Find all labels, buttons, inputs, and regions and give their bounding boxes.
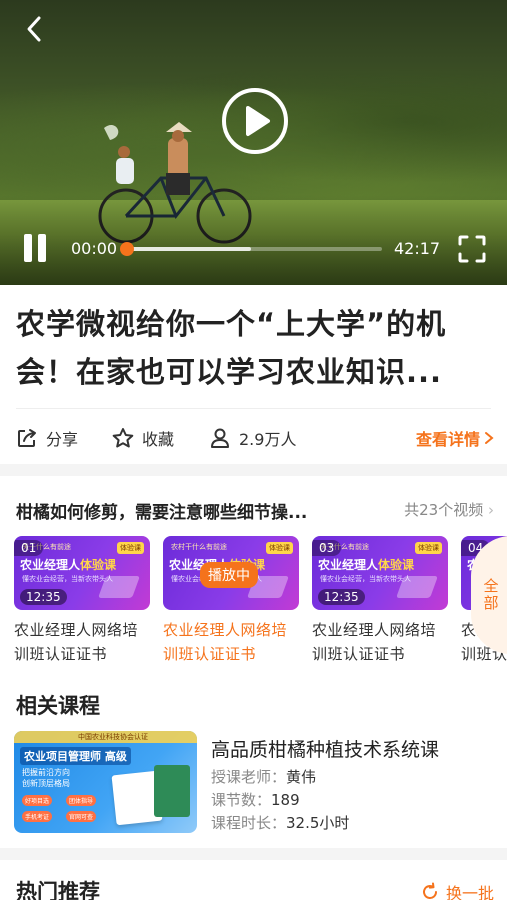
teacher-label: 授课老师： bbox=[211, 768, 287, 786]
episode-name: 农业经理人网络培训班认证证书 bbox=[312, 621, 437, 663]
cover-ribbon-text: 中国农业科技协会认证 bbox=[78, 733, 148, 741]
action-bar: 分享 收藏 2.9万人 查看详情 bbox=[16, 424, 494, 452]
chevron-left-icon bbox=[27, 16, 41, 42]
episode-duration: 12:35 bbox=[318, 589, 365, 605]
cover-chip: 好项目选 bbox=[22, 795, 53, 806]
cover-title: 农业项目管理师 高级 bbox=[20, 747, 131, 765]
duration-label: 课程时长： bbox=[211, 814, 287, 832]
section-separator bbox=[0, 464, 507, 476]
thumb-tag: 体验课 bbox=[266, 542, 293, 554]
episode-count: 共23个视频 bbox=[404, 501, 484, 519]
play-icon bbox=[246, 106, 270, 136]
video-title: 农学微视给你一个“上大学”的机会！在家也可以学习农业知识... bbox=[16, 307, 447, 389]
star-icon bbox=[112, 428, 134, 448]
pause-button[interactable] bbox=[22, 234, 50, 264]
episode-count-link[interactable]: 共23个视频 › bbox=[404, 499, 494, 520]
episode-header: 柑橘如何修剪，需要注意哪些细节操... 共23个视频 › bbox=[16, 498, 494, 524]
episode-number: 01 bbox=[14, 540, 44, 556]
episode-number: 03 bbox=[312, 540, 342, 556]
progress-bar[interactable] bbox=[120, 242, 382, 256]
cover-certificate-book bbox=[154, 765, 190, 817]
teacher-name: 黄伟 bbox=[286, 768, 317, 786]
video-player[interactable]: 00:00 42:17 bbox=[0, 0, 507, 285]
divider bbox=[16, 408, 491, 409]
view-details-label: 查看详情 bbox=[415, 430, 480, 449]
lessons-label: 课节数： bbox=[211, 791, 272, 809]
related-course-card[interactable]: 中国农业科技协会认证 农业项目管理师 高级 把握前沿方向 创新顶层格局 好项目选… bbox=[14, 731, 494, 833]
course-lessons: 课节数：189 bbox=[211, 789, 439, 812]
pause-icon bbox=[24, 234, 32, 262]
viewer-count-label: 2.9万人 bbox=[239, 430, 297, 449]
related-section-title: 相关课程 bbox=[16, 694, 100, 718]
current-time: 00:00 bbox=[71, 239, 118, 258]
thumb-tag: 体验课 bbox=[117, 542, 144, 554]
episode-item[interactable]: 关于什么有前途 体验课 农业经理人体验课 懂农业会经营，当新农带头人 01 12… bbox=[14, 536, 150, 663]
thumb-tag: 体验课 bbox=[415, 542, 442, 554]
thumb-graphic bbox=[97, 576, 141, 598]
refresh-label: 换一批 bbox=[445, 884, 494, 900]
now-playing-badge: 播放中 bbox=[200, 562, 258, 588]
buffered-bar bbox=[126, 247, 252, 251]
viewer-count: 2.9万人 bbox=[209, 424, 296, 452]
thumb-subtitle: 懂农业会经营，当新农带头人 bbox=[320, 575, 411, 583]
favorite-button[interactable]: 收藏 bbox=[112, 424, 174, 452]
chevron-right-icon: › bbox=[488, 501, 494, 519]
thumb-title-a: 农业经理人 bbox=[318, 558, 379, 572]
share-label: 分享 bbox=[46, 430, 79, 449]
refresh-button[interactable]: 换一批 bbox=[420, 880, 494, 900]
hot-section-title: 热门推荐 bbox=[16, 880, 100, 900]
episode-item[interactable]: 关于什么有前途 体验课 农业经理人体验课 懂农业会经营，当新农带头人 03 12… bbox=[312, 536, 448, 663]
lessons-count: 189 bbox=[271, 791, 300, 809]
episode-thumbnail: 关于什么有前途 体验课 农业经理人体验课 懂农业会经营，当新农带头人 01 12… bbox=[14, 536, 150, 610]
cover-chip: 手机考证 bbox=[22, 811, 53, 822]
fullscreen-icon bbox=[458, 235, 486, 263]
course-cover-image: 中国农业科技协会认证 农业项目管理师 高级 把握前沿方向 创新顶层格局 好项目选… bbox=[14, 731, 197, 833]
thumb-title: 农业经理人体验课 bbox=[20, 556, 116, 573]
back-button[interactable] bbox=[18, 12, 52, 46]
episode-thumbnail: 关于什么有前途 体验课 农业经理人体验课 懂农业会经营，当新农带头人 03 12… bbox=[312, 536, 448, 610]
play-button[interactable] bbox=[222, 88, 288, 154]
episode-series-title: 柑橘如何修剪，需要注意哪些细节操... bbox=[16, 503, 308, 523]
thumb-title-b: 体验课 bbox=[378, 558, 415, 572]
cover-chip: 团体指导 bbox=[66, 795, 97, 806]
duration-value: 32.5小时 bbox=[286, 814, 350, 832]
cover-chip: 官网可查 bbox=[66, 811, 97, 822]
share-button[interactable]: 分享 bbox=[16, 424, 78, 452]
total-time: 42:17 bbox=[394, 239, 441, 258]
episode-name: 农业经理人网络培训班认证证书 bbox=[163, 621, 288, 663]
episode-name: 农业经理人网络培训班认证证书 bbox=[14, 621, 139, 663]
episode-list[interactable]: 关于什么有前途 体验课 农业经理人体验课 懂农业会经营，当新农带头人 01 12… bbox=[14, 536, 507, 666]
course-teacher: 授课老师：黄伟 bbox=[211, 766, 439, 789]
course-duration: 课程时长：32.5小时 bbox=[211, 812, 439, 835]
spacer bbox=[0, 670, 507, 674]
course-name: 高品质柑橘种植技术系统课 bbox=[211, 739, 440, 761]
thumb-title: 农业经理人体验课 bbox=[318, 556, 414, 573]
refresh-icon bbox=[423, 882, 437, 899]
pause-icon-bar bbox=[38, 234, 46, 262]
episode-item-playing[interactable]: 农村干什么有前途 体验课 农业经理人体验课 懂农业会经营，当新农带头人 播放中 … bbox=[163, 536, 299, 663]
chevron-right-icon bbox=[485, 432, 494, 444]
section-separator bbox=[0, 848, 507, 860]
thumb-subtitle: 懂农业会经营，当新农带头人 bbox=[22, 575, 113, 583]
episode-duration: 12:35 bbox=[20, 589, 67, 605]
thumb-title-a: 农业经理人 bbox=[20, 558, 81, 572]
episode-thumbnail: 农村干什么有前途 体验课 农业经理人体验课 懂农业会经营，当新农带头人 播放中 bbox=[163, 536, 299, 610]
fullscreen-button[interactable] bbox=[457, 234, 487, 264]
share-icon bbox=[18, 429, 36, 447]
thumb-caption: 农村干什么有前途 bbox=[171, 543, 227, 551]
course-meta: 授课老师：黄伟 课节数：189 课程时长：32.5小时 bbox=[211, 766, 439, 835]
course-info: 高品质柑橘种植技术系统课 授课老师：黄伟 课节数：189 课程时长：32.5小时 bbox=[211, 735, 439, 835]
person-icon bbox=[211, 428, 229, 448]
thumb-graphic bbox=[395, 576, 439, 598]
cover-text: 把握前沿方向 创新顶层格局 bbox=[22, 768, 70, 788]
hot-header: 热门推荐 换一批 bbox=[16, 874, 494, 900]
thumb-title-b: 体验课 bbox=[80, 558, 117, 572]
favorite-label: 收藏 bbox=[142, 430, 175, 449]
progress-thumb[interactable] bbox=[120, 242, 134, 256]
view-details-link[interactable]: 查看详情 bbox=[416, 424, 494, 452]
